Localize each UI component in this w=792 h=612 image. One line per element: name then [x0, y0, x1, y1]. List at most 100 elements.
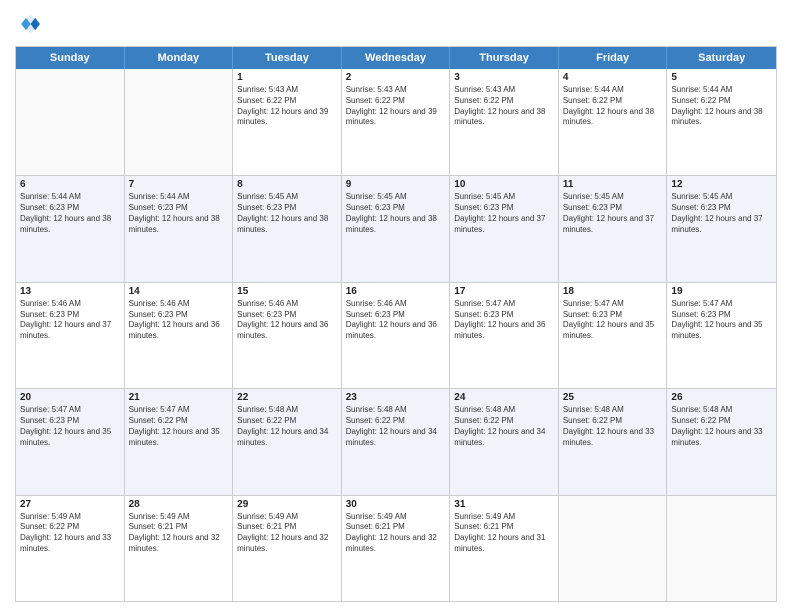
cal-cell: 19Sunrise: 5:47 AM Sunset: 6:23 PM Dayli… — [667, 283, 776, 388]
day-number: 20 — [20, 392, 120, 403]
cell-detail: Sunrise: 5:46 AM Sunset: 6:23 PM Dayligh… — [20, 299, 120, 342]
cal-cell: 11 Sunrise: 5:45 AM Sunset: 6:23 PM Dayli… — [559, 176, 668, 281]
cell-detail: Sunrise: 5:48 AM Sunset: 6:22 PM Dayligh… — [454, 405, 554, 448]
week-row-4: 20Sunrise: 5:47 AM Sunset: 6:23 PM Dayli… — [16, 388, 776, 494]
cal-cell: 29Sunrise: 5:49 AM Sunset: 6:21 PM Dayli… — [233, 496, 342, 601]
day-number: 2 — [346, 72, 446, 83]
header-day-thursday: Thursday — [450, 47, 559, 69]
day-number: 13 — [20, 286, 120, 297]
cell-detail: Sunrise: 5:48 AM Sunset: 6:22 PM Dayligh… — [237, 405, 337, 448]
day-number: 28 — [129, 499, 229, 510]
day-number: 10 — [454, 179, 554, 190]
cal-cell: 23 Sunrise: 5:48 AM Sunset: 6:22 PM Dayli… — [342, 389, 451, 494]
day-number: 5 — [671, 72, 772, 83]
cal-cell: 3 Sunrise: 5:43 AM Sunset: 6:22 PM Daylig… — [450, 69, 559, 175]
cal-cell: 28 Sunrise: 5:49 AM Sunset: 6:21 PM Dayli… — [125, 496, 234, 601]
cell-detail: Sunrise: 5:46 AM Sunset: 6:23 PM Dayligh… — [237, 299, 337, 342]
week-row-5: 27 Sunrise: 5:49 AM Sunset: 6:22 PM Dayli… — [16, 495, 776, 601]
header-day-wednesday: Wednesday — [342, 47, 451, 69]
cell-detail: Sunrise: 5:49 AM Sunset: 6:21 PM Dayligh… — [129, 512, 229, 555]
cell-detail: Sunrise: 5:45 AM Sunset: 6:23 PM Dayligh… — [563, 192, 663, 235]
day-number: 15 — [237, 286, 337, 297]
cell-detail: Sunrise: 5:44 AM Sunset: 6:22 PM Dayligh… — [671, 85, 772, 128]
cal-cell: 8 Sunrise: 5:45 AM Sunset: 6:23 PM Daylig… — [233, 176, 342, 281]
day-number: 3 — [454, 72, 554, 83]
cal-cell: 1 Sunrise: 5:43 AM Sunset: 6:22 PM Daylig… — [233, 69, 342, 175]
cal-cell: 6 Sunrise: 5:44 AM Sunset: 6:23 PM Daylig… — [16, 176, 125, 281]
day-number: 25 — [563, 392, 663, 403]
calendar-header: SundayMondayTuesdayWednesdayThursdayFrid… — [16, 47, 776, 69]
week-row-1: 1 Sunrise: 5:43 AM Sunset: 6:22 PM Daylig… — [16, 69, 776, 175]
cal-cell: 12 Sunrise: 5:45 AM Sunset: 6:23 PM Dayli… — [667, 176, 776, 281]
cal-cell: 13 Sunrise: 5:46 AM Sunset: 6:23 PM Dayli… — [16, 283, 125, 388]
day-number: 17 — [454, 286, 554, 297]
cal-cell: 7Sunrise: 5:44 AM Sunset: 6:23 PM Daylig… — [125, 176, 234, 281]
cal-cell: 22Sunrise: 5:48 AM Sunset: 6:22 PM Dayli… — [233, 389, 342, 494]
day-number: 29 — [237, 499, 337, 510]
day-number: 8 — [237, 179, 337, 190]
cell-detail: Sunrise: 5:44 AM Sunset: 6:23 PM Dayligh… — [129, 192, 229, 235]
cal-cell — [667, 496, 776, 601]
cal-cell: 20Sunrise: 5:47 AM Sunset: 6:23 PM Dayli… — [16, 389, 125, 494]
header-day-monday: Monday — [125, 47, 234, 69]
day-number: 1 — [237, 72, 337, 83]
day-number: 6 — [20, 179, 120, 190]
cal-cell: 2 Sunrise: 5:43 AM Sunset: 6:22 PM Daylig… — [342, 69, 451, 175]
cal-cell: 15 Sunrise: 5:46 AM Sunset: 6:23 PM Dayli… — [233, 283, 342, 388]
cal-cell: 14Sunrise: 5:46 AM Sunset: 6:23 PM Dayli… — [125, 283, 234, 388]
cal-cell — [559, 496, 668, 601]
cal-cell: 9Sunrise: 5:45 AM Sunset: 6:23 PM Daylig… — [342, 176, 451, 281]
cal-cell: 21 Sunrise: 5:47 AM Sunset: 6:22 PM Dayli… — [125, 389, 234, 494]
cell-detail: Sunrise: 5:47 AM Sunset: 6:23 PM Dayligh… — [563, 299, 663, 342]
cell-detail: Sunrise: 5:45 AM Sunset: 6:23 PM Dayligh… — [454, 192, 554, 235]
day-number: 23 — [346, 392, 446, 403]
cal-cell: 24 Sunrise: 5:48 AM Sunset: 6:22 PM Dayli… — [450, 389, 559, 494]
cell-detail: Sunrise: 5:49 AM Sunset: 6:21 PM Dayligh… — [346, 512, 446, 555]
cell-detail: Sunrise: 5:44 AM Sunset: 6:23 PM Dayligh… — [20, 192, 120, 235]
cell-detail: Sunrise: 5:45 AM Sunset: 6:23 PM Dayligh… — [671, 192, 772, 235]
cal-cell: 17 Sunrise: 5:47 AM Sunset: 6:23 PM Dayli… — [450, 283, 559, 388]
cell-detail: Sunrise: 5:49 AM Sunset: 6:21 PM Dayligh… — [454, 512, 554, 555]
day-number: 12 — [671, 179, 772, 190]
cal-cell: 25 Sunrise: 5:48 AM Sunset: 6:22 PM Dayli… — [559, 389, 668, 494]
cal-cell: 16Sunrise: 5:46 AM Sunset: 6:23 PM Dayli… — [342, 283, 451, 388]
cell-detail: Sunrise: 5:47 AM Sunset: 6:22 PM Dayligh… — [129, 405, 229, 448]
cal-cell: 26 Sunrise: 5:48 AM Sunset: 6:22 PM Dayli… — [667, 389, 776, 494]
day-number: 18 — [563, 286, 663, 297]
cell-detail: Sunrise: 5:48 AM Sunset: 6:22 PM Dayligh… — [563, 405, 663, 448]
calendar-body: 1 Sunrise: 5:43 AM Sunset: 6:22 PM Daylig… — [16, 69, 776, 601]
cal-cell: 30 Sunrise: 5:49 AM Sunset: 6:21 PM Dayli… — [342, 496, 451, 601]
cal-cell: 10 Sunrise: 5:45 AM Sunset: 6:23 PM Dayli… — [450, 176, 559, 281]
cell-detail: Sunrise: 5:47 AM Sunset: 6:23 PM Dayligh… — [454, 299, 554, 342]
cell-detail: Sunrise: 5:45 AM Sunset: 6:23 PM Dayligh… — [237, 192, 337, 235]
day-number: 11 — [563, 179, 663, 190]
day-number: 14 — [129, 286, 229, 297]
day-number: 27 — [20, 499, 120, 510]
cell-detail: Sunrise: 5:43 AM Sunset: 6:22 PM Dayligh… — [346, 85, 446, 128]
cell-detail: Sunrise: 5:49 AM Sunset: 6:22 PM Dayligh… — [20, 512, 120, 555]
cell-detail: Sunrise: 5:48 AM Sunset: 6:22 PM Dayligh… — [671, 405, 772, 448]
header-day-sunday: Sunday — [16, 47, 125, 69]
cal-cell: 18 Sunrise: 5:47 AM Sunset: 6:23 PM Dayli… — [559, 283, 668, 388]
cell-detail: Sunrise: 5:43 AM Sunset: 6:22 PM Dayligh… — [237, 85, 337, 128]
header-day-saturday: Saturday — [667, 47, 776, 69]
cell-detail: Sunrise: 5:43 AM Sunset: 6:22 PM Dayligh… — [454, 85, 554, 128]
cell-detail: Sunrise: 5:46 AM Sunset: 6:23 PM Dayligh… — [346, 299, 446, 342]
day-number: 21 — [129, 392, 229, 403]
day-number: 4 — [563, 72, 663, 83]
cal-cell: 31 Sunrise: 5:49 AM Sunset: 6:21 PM Dayli… — [450, 496, 559, 601]
cal-cell — [16, 69, 125, 175]
cal-cell: 27 Sunrise: 5:49 AM Sunset: 6:22 PM Dayli… — [16, 496, 125, 601]
day-number: 19 — [671, 286, 772, 297]
day-number: 31 — [454, 499, 554, 510]
cell-detail: Sunrise: 5:48 AM Sunset: 6:22 PM Dayligh… — [346, 405, 446, 448]
day-number: 26 — [671, 392, 772, 403]
cal-cell — [125, 69, 234, 175]
header — [15, 10, 777, 38]
day-number: 30 — [346, 499, 446, 510]
week-row-3: 13 Sunrise: 5:46 AM Sunset: 6:23 PM Dayli… — [16, 282, 776, 388]
cal-cell: 5 Sunrise: 5:44 AM Sunset: 6:22 PM Daylig… — [667, 69, 776, 175]
day-number: 24 — [454, 392, 554, 403]
calendar: SundayMondayTuesdayWednesdayThursdayFrid… — [15, 46, 777, 602]
cell-detail: Sunrise: 5:45 AM Sunset: 6:23 PM Dayligh… — [346, 192, 446, 235]
